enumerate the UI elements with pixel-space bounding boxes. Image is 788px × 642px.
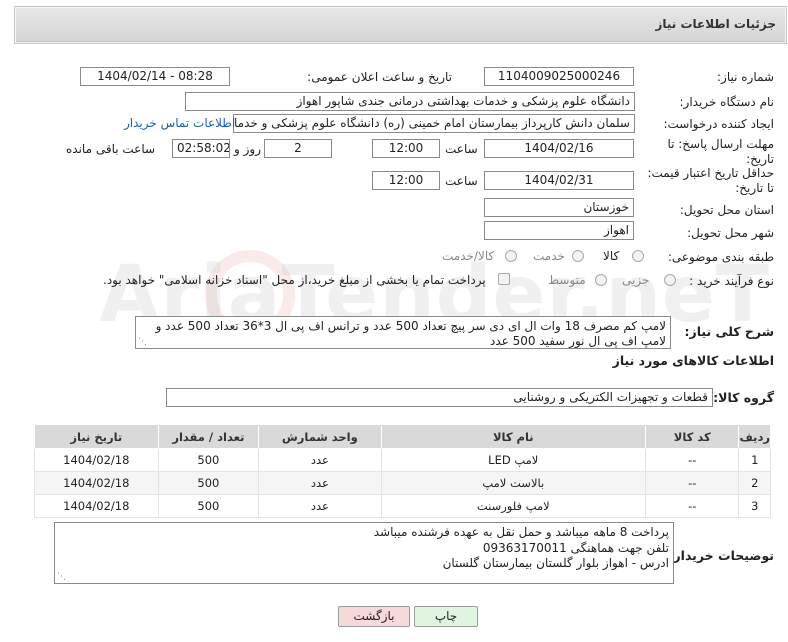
category-option-goods-service: کالا/خدمت bbox=[442, 249, 495, 263]
goods-info-title: اطلاعات کالاهای مورد نیاز bbox=[612, 353, 774, 368]
province-field[interactable]: خوزستان bbox=[484, 198, 634, 217]
process-radio-medium[interactable] bbox=[595, 274, 607, 286]
need-number-label: شماره نیاز: bbox=[717, 70, 774, 84]
category-radio-goods-service[interactable] bbox=[505, 250, 517, 262]
description-text: لامپ کم مصرف 18 وات ال ای دی سر پیچ تعدا… bbox=[155, 319, 666, 348]
table-header-need-date: تاریخ نیاز bbox=[34, 424, 159, 449]
reply-time-field[interactable]: 12:00 bbox=[372, 139, 440, 158]
table-header-quantity: تعداد / مقدار bbox=[157, 424, 260, 449]
buyer-org-label: نام دستگاه خریدار: bbox=[679, 95, 775, 109]
goods-group-label: گروه کالا: bbox=[713, 390, 774, 405]
description-label: شرح کلی نیاز: bbox=[684, 324, 774, 339]
table-cell-goods-name: لامپ LED bbox=[380, 448, 646, 472]
goods-group-field[interactable]: قطعات و تجهیزات الکتریکی و روشنایی bbox=[166, 388, 713, 407]
buyer-contact-link[interactable]: اطلاعات تماس خریدار bbox=[124, 116, 235, 130]
table-header-row-number: ردیف bbox=[738, 424, 771, 449]
announce-field[interactable]: 1404/02/14 - 08:28 bbox=[80, 67, 230, 86]
table-cell-goods-name: بالاست لامپ bbox=[380, 471, 646, 495]
buyer-notes-label: توضیحات خریدار: bbox=[668, 548, 774, 563]
province-label: استان محل تحویل: bbox=[679, 203, 774, 217]
reply-date-field[interactable]: 1404/02/16 bbox=[484, 139, 634, 158]
remaining-time-label: ساعت باقی مانده bbox=[66, 142, 156, 156]
table-row[interactable]: 1 -- لامپ LED عدد 500 1404/02/18 bbox=[34, 448, 771, 472]
table-header-goods-code: کد کالا bbox=[644, 424, 740, 449]
creator-field[interactable]: سلمان دانش کارپرداز بیمارستان امام خمینی… bbox=[233, 114, 635, 133]
table-cell-unit: عدد bbox=[258, 494, 382, 518]
creator-label: ایجاد کننده درخواست: bbox=[663, 117, 774, 131]
table-cell-row-number: 2 bbox=[738, 471, 771, 495]
description-textarea[interactable]: لامپ کم مصرف 18 وات ال ای دی سر پیچ تعدا… bbox=[135, 316, 671, 349]
page-title: جزئیات اطلاعات نیاز bbox=[655, 17, 776, 31]
days-label: روز و bbox=[234, 142, 261, 156]
price-validity-label-line2: تا تاریخ: bbox=[735, 181, 774, 195]
process-option-minor: جزیی bbox=[622, 273, 650, 287]
announce-label: تاریخ و ساعت اعلان عمومی: bbox=[307, 70, 452, 84]
buyer-notes-line: ادرس - اهواز بلوار گلستان بیمارستان گلست… bbox=[442, 556, 669, 570]
table-cell-goods-name: لامپ فلورسنت bbox=[380, 494, 646, 518]
buyer-notes-line: تلفن جهت هماهنگی 09363170011 bbox=[482, 540, 669, 555]
days-remaining-field[interactable]: 2 bbox=[264, 139, 332, 158]
table-cell-need-date: 1404/02/18 bbox=[34, 448, 159, 472]
table-cell-quantity: 500 bbox=[157, 494, 260, 518]
back-button[interactable]: بازگشت bbox=[338, 606, 410, 627]
process-radio-minor[interactable] bbox=[664, 274, 676, 286]
table-header-unit: واحد شمارش bbox=[258, 424, 382, 449]
table-header-goods-name: نام کالا bbox=[380, 424, 646, 449]
category-option-goods: کالا bbox=[603, 249, 620, 263]
table-cell-goods-code: -- bbox=[644, 471, 740, 495]
price-date-field[interactable]: 1404/02/31 bbox=[484, 171, 634, 190]
treasury-payment-note: پرداخت تمام یا بخشی از مبلغ خرید،از محل … bbox=[103, 273, 486, 287]
price-validity-label-line1: حداقل تاریخ اعتبار قیمت: bbox=[647, 166, 774, 180]
resize-grip-icon[interactable]: ⋰ bbox=[57, 573, 66, 582]
table-cell-need-date: 1404/02/18 bbox=[34, 494, 159, 518]
city-label: شهر محل تحویل: bbox=[687, 226, 774, 240]
table-cell-unit: عدد bbox=[258, 448, 382, 472]
table-cell-need-date: 1404/02/18 bbox=[34, 471, 159, 495]
buyer-org-field[interactable]: دانشگاه علوم پزشکی و خدمات بهداشتی درمان… bbox=[185, 92, 635, 111]
table-cell-goods-code: -- bbox=[644, 448, 740, 472]
price-time-label: ساعت bbox=[445, 174, 478, 188]
table-cell-row-number: 1 bbox=[738, 448, 771, 472]
buyer-notes-textarea[interactable]: پرداخت 8 ماهه میباشد و حمل نقل به عهده ف… bbox=[54, 522, 674, 584]
process-label: نوع فرآیند خرید : bbox=[689, 274, 774, 288]
table-cell-goods-code: -- bbox=[644, 494, 740, 518]
print-button[interactable]: چاپ bbox=[414, 606, 478, 627]
goods-table: ردیف کد کالا نام کالا واحد شمارش تعداد /… bbox=[34, 424, 771, 518]
table-row[interactable]: 3 -- لامپ فلورسنت عدد 500 1404/02/18 bbox=[34, 494, 771, 518]
remaining-time-field[interactable]: 02:58:02 bbox=[172, 139, 230, 158]
process-option-medium: متوسط bbox=[548, 273, 586, 287]
price-time-field[interactable]: 12:00 bbox=[372, 171, 440, 190]
city-field[interactable]: اهواز bbox=[484, 221, 634, 240]
category-option-service: خدمت bbox=[533, 249, 565, 263]
resize-grip-icon[interactable]: ⋰ bbox=[138, 338, 147, 347]
reply-deadline-label-line2: تاریخ: bbox=[746, 152, 774, 166]
reply-deadline-label-line1: مهلت ارسال پاسخ: تا bbox=[667, 137, 774, 151]
table-cell-quantity: 500 bbox=[157, 471, 260, 495]
table-row[interactable]: 2 -- بالاست لامپ عدد 500 1404/02/18 bbox=[34, 471, 771, 495]
category-radio-goods[interactable] bbox=[632, 250, 644, 262]
table-cell-quantity: 500 bbox=[157, 448, 260, 472]
table-cell-row-number: 3 bbox=[738, 494, 771, 518]
category-radio-service[interactable] bbox=[572, 250, 584, 262]
table-cell-unit: عدد bbox=[258, 471, 382, 495]
need-number-field[interactable]: 1104009025000246 bbox=[484, 67, 634, 86]
table-header-row: ردیف کد کالا نام کالا واحد شمارش تعداد /… bbox=[34, 424, 771, 449]
buyer-notes-line: پرداخت 8 ماهه میباشد و حمل نقل به عهده ف… bbox=[373, 525, 669, 539]
treasury-payment-checkbox[interactable] bbox=[498, 273, 510, 285]
category-label: طبقه بندی موضوعی: bbox=[667, 250, 774, 264]
reply-time-label: ساعت bbox=[445, 142, 478, 156]
